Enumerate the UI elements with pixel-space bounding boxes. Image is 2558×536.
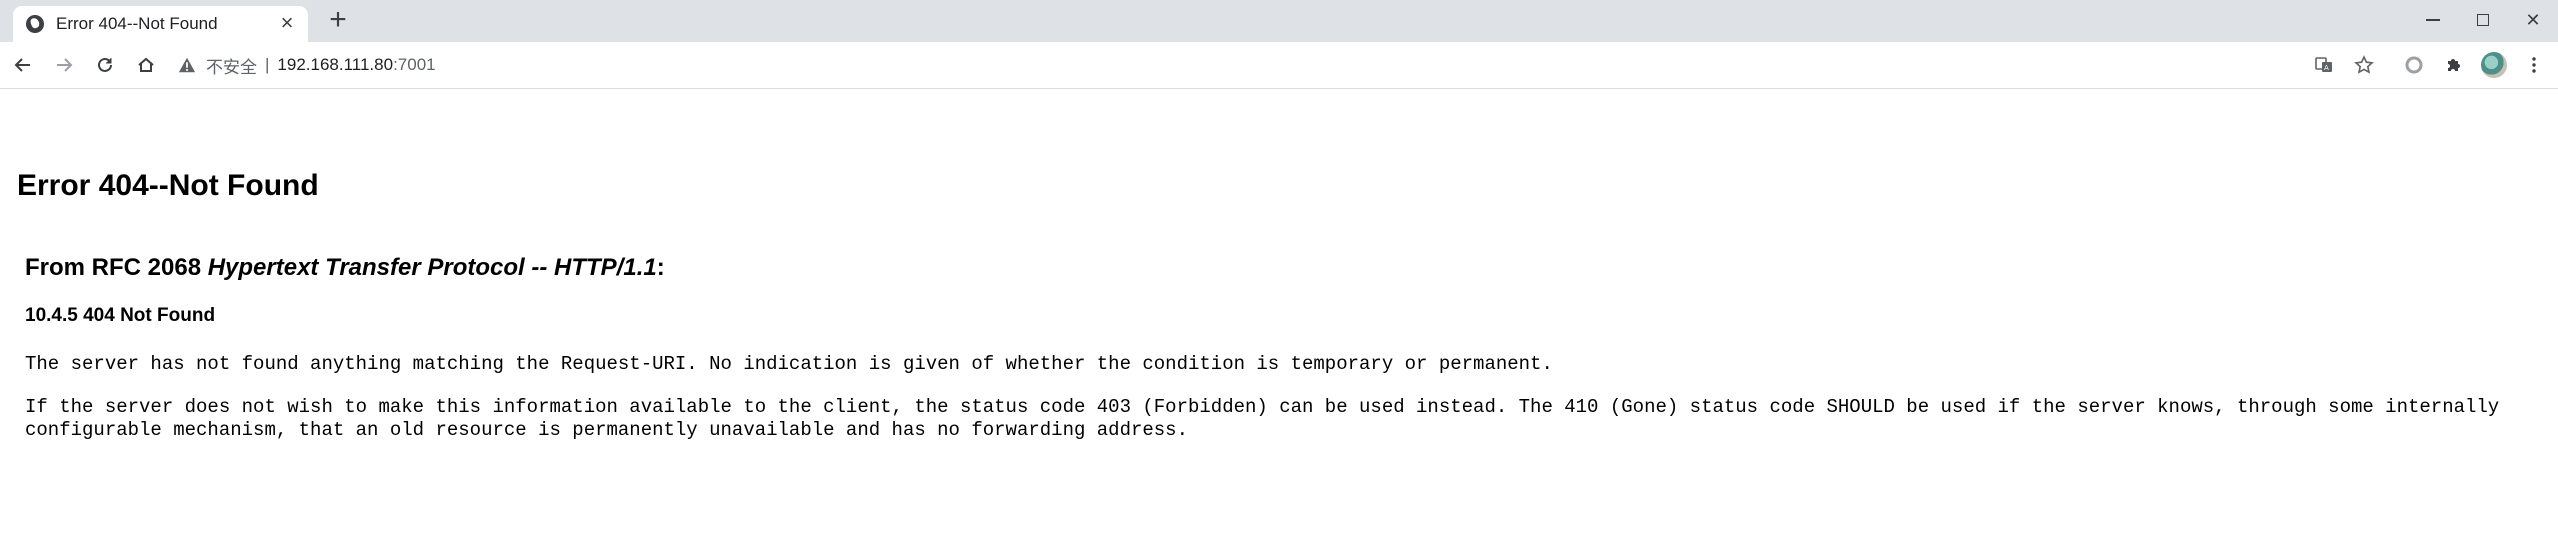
rfc-heading-suffix: : [656,254,665,281]
forward-button[interactable] [46,47,82,83]
tab-strip: Error 404--Not Found × + ✕ [0,0,2558,42]
extension-circle-icon [2405,56,2423,74]
bookmark-button[interactable] [2344,45,2384,85]
star-icon [2354,55,2374,74]
section-heading: 10.4.5 404 Not Found [25,305,216,326]
reload-button[interactable] [87,47,123,83]
rfc-heading: From RFC 2068 Hypertext Transfer Protoco… [25,254,665,282]
translate-button[interactable]: A [2304,45,2344,85]
page-title: Error 404--Not Found [17,169,319,202]
back-arrow-icon [14,58,30,72]
reload-icon [98,57,112,72]
toolbar-actions: A [2304,42,2558,88]
forward-arrow-icon [57,58,73,72]
home-button[interactable] [128,47,164,83]
url-host: 192.168.111.80 [277,55,394,74]
address-bar[interactable]: 不安全 | 192.168.111.80:7001 [178,50,436,80]
extensions-menu-button[interactable] [2434,45,2474,85]
puzzle-icon [2448,59,2460,71]
avatar [2481,52,2507,78]
maximize-icon [2477,14,2489,26]
page-content: Error 404--Not Found From RFC 2068 Hyper… [0,89,2558,536]
minimize-button[interactable] [2408,0,2458,40]
tab-title: Error 404--Not Found [56,14,218,33]
minimize-icon [2426,19,2440,21]
address-separator: | [265,55,270,74]
description-paragraph-2: If the server does not wish to make this… [25,396,2500,441]
url-port: :7001 [393,55,436,74]
close-window-button[interactable]: ✕ [2508,0,2558,40]
rfc-heading-title: Hypertext Transfer Protocol -- HTTP/1.1 [207,254,657,281]
menu-button[interactable] [2514,45,2554,85]
home-icon [138,57,154,72]
more-vert-icon [2532,57,2536,73]
tab-close-icon[interactable]: × [276,12,298,35]
description-paragraph-1: The server has not found anything matchi… [25,353,1553,375]
browser-tab[interactable]: Error 404--Not Found × [13,6,308,42]
new-tab-button[interactable]: + [324,5,352,35]
window-controls: ✕ [2408,0,2558,42]
extension-button[interactable] [2394,45,2434,85]
globe-icon [26,15,44,33]
svg-text:A: A [2324,64,2329,72]
warning-icon [178,57,196,73]
back-button[interactable] [5,47,41,83]
translate-icon: A [2315,57,2332,72]
security-label[interactable]: 不安全 [206,53,257,78]
maximize-button[interactable] [2458,0,2508,40]
rfc-heading-prefix: From RFC 2068 [25,254,208,281]
profile-button[interactable] [2474,45,2514,85]
browser-toolbar: 不安全 | 192.168.111.80:7001 A [0,42,2558,89]
